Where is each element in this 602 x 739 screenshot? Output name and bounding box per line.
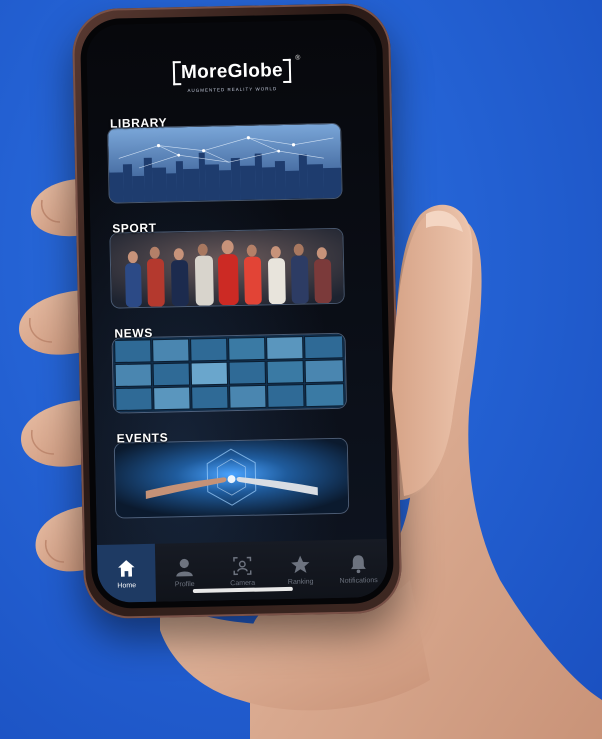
section-card-events[interactable]: EVENTS [114, 430, 349, 518]
phone-screen: MoreGlobe ® AUGMENTED REALITY WORLD LIBR… [85, 19, 389, 603]
tab-label: Camera [230, 579, 256, 588]
events-image[interactable] [114, 438, 349, 518]
tab-label: Ranking [287, 578, 314, 586]
app-header: MoreGlobe ® AUGMENTED REALITY WORLD [87, 55, 378, 95]
section-label: NEWS [114, 325, 153, 341]
app-logo-text: MoreGlobe [180, 59, 284, 84]
app-logo: MoreGlobe ® [173, 55, 301, 85]
tab-label: Home [117, 582, 137, 590]
section-card-sport[interactable]: SPORT [110, 221, 344, 308]
house-icon [118, 560, 135, 577]
bottom-tab-bar: Home Profile Camera Ranking Notification… [96, 538, 389, 603]
section-label: SPORT [112, 220, 157, 236]
bell-icon [351, 555, 366, 574]
library-image[interactable] [108, 123, 342, 203]
section-label: EVENTS [116, 430, 169, 446]
ar-camera-icon [233, 556, 252, 576]
registered-mark: ® [295, 54, 301, 62]
app-tagline: AUGMENTED REALITY WORLD [187, 86, 278, 93]
news-image[interactable] [112, 333, 347, 413]
section-label: LIBRARY [109, 115, 168, 131]
tab-notifications[interactable]: Notifications [329, 539, 388, 598]
tab-label: Profile [174, 580, 195, 589]
star-icon [291, 555, 310, 574]
section-card-news[interactable]: NEWS [112, 326, 347, 413]
phone-bezel: MoreGlobe ® AUGMENTED REALITY WORLD LIBR… [79, 12, 395, 610]
smartphone: MoreGlobe ® AUGMENTED REALITY WORLD LIBR… [71, 2, 403, 620]
tab-home[interactable]: Home [96, 543, 157, 603]
tab-profile[interactable]: Profile [155, 543, 214, 602]
section-card-library[interactable]: LIBRARY [108, 115, 342, 203]
sport-image[interactable] [110, 228, 344, 308]
tab-label: Notifications [339, 577, 378, 585]
person-icon [176, 558, 193, 577]
